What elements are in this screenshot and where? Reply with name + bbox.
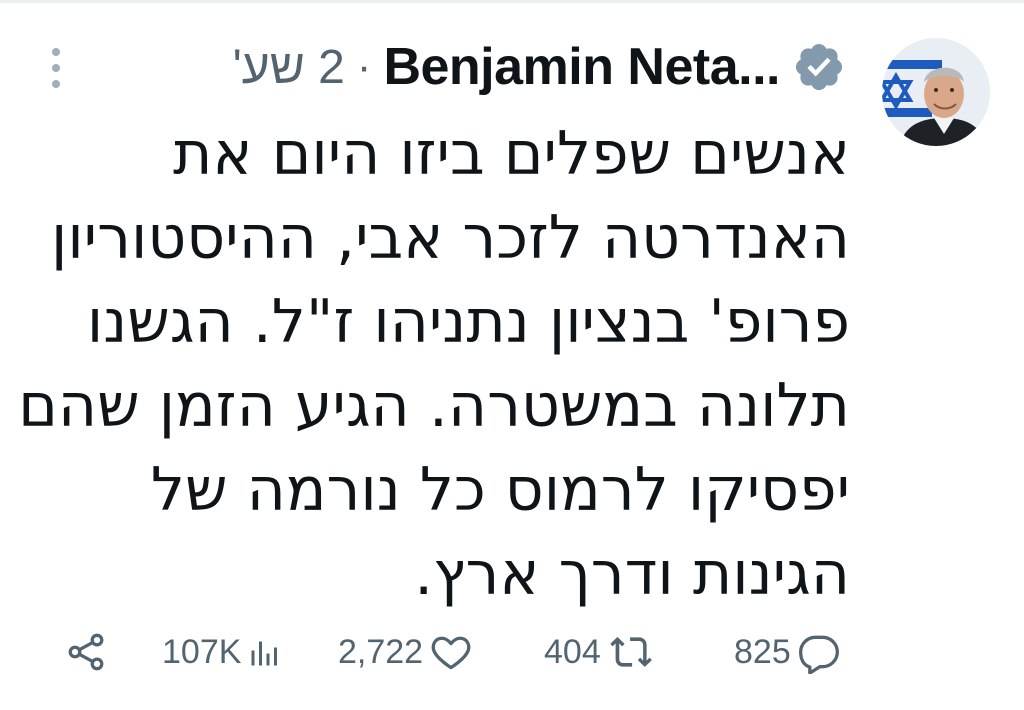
replies-count: 825 (734, 632, 791, 671)
reply-button[interactable]: 825 (734, 622, 841, 682)
like-button[interactable]: 2,722 (338, 622, 473, 682)
verified-badge-icon (792, 40, 846, 94)
share-icon (68, 633, 104, 671)
repost-icon (610, 637, 652, 667)
views-count: 107K (162, 632, 242, 671)
tweet-header: Benjamin Neta... · 2 שע' (233, 34, 846, 100)
views-icon (251, 641, 278, 666)
tweet-text-line: אנשים שפלים ביזו היום את (172, 119, 850, 189)
reply-icon (798, 635, 839, 674)
repost-button[interactable]: 404 (544, 622, 655, 682)
avatar-image (882, 38, 990, 146)
heart-icon (431, 636, 471, 670)
tweet[interactable]: Benjamin Neta... · 2 שע' אנשים שפלים ביז… (0, 0, 1024, 710)
likes-count: 2,722 (338, 632, 424, 671)
author-name[interactable]: Benjamin Neta... (383, 37, 780, 97)
more-options-icon[interactable] (42, 44, 70, 92)
tweet-text-line: יפסיקו לרמוס כל נורמה של (150, 455, 850, 525)
share-button[interactable] (64, 622, 108, 682)
separator-dot: · (356, 42, 372, 91)
tweet-text-line: תלונה במשטרה. הגיע הזמן שהם (18, 371, 850, 441)
action-bar: 107K 2,722 404 825 (0, 622, 1024, 682)
tweet-text: אנשים שפלים ביזו היום את האנדרטה לזכר אב… (18, 112, 850, 616)
views-button[interactable]: 107K (162, 622, 283, 682)
avatar[interactable] (882, 38, 990, 146)
tweet-text-line: הגינות ודרך ארץ. (414, 539, 850, 609)
tweet-text-line: פרופ' בנציון נתניהו ז"ל. הגשנו (86, 287, 850, 357)
timestamp[interactable]: 2 שע' (233, 40, 345, 95)
tweet-text-line: האנדרטה לזכר אבי, ההיסטוריון (50, 203, 850, 273)
reposts-count: 404 (544, 632, 601, 671)
